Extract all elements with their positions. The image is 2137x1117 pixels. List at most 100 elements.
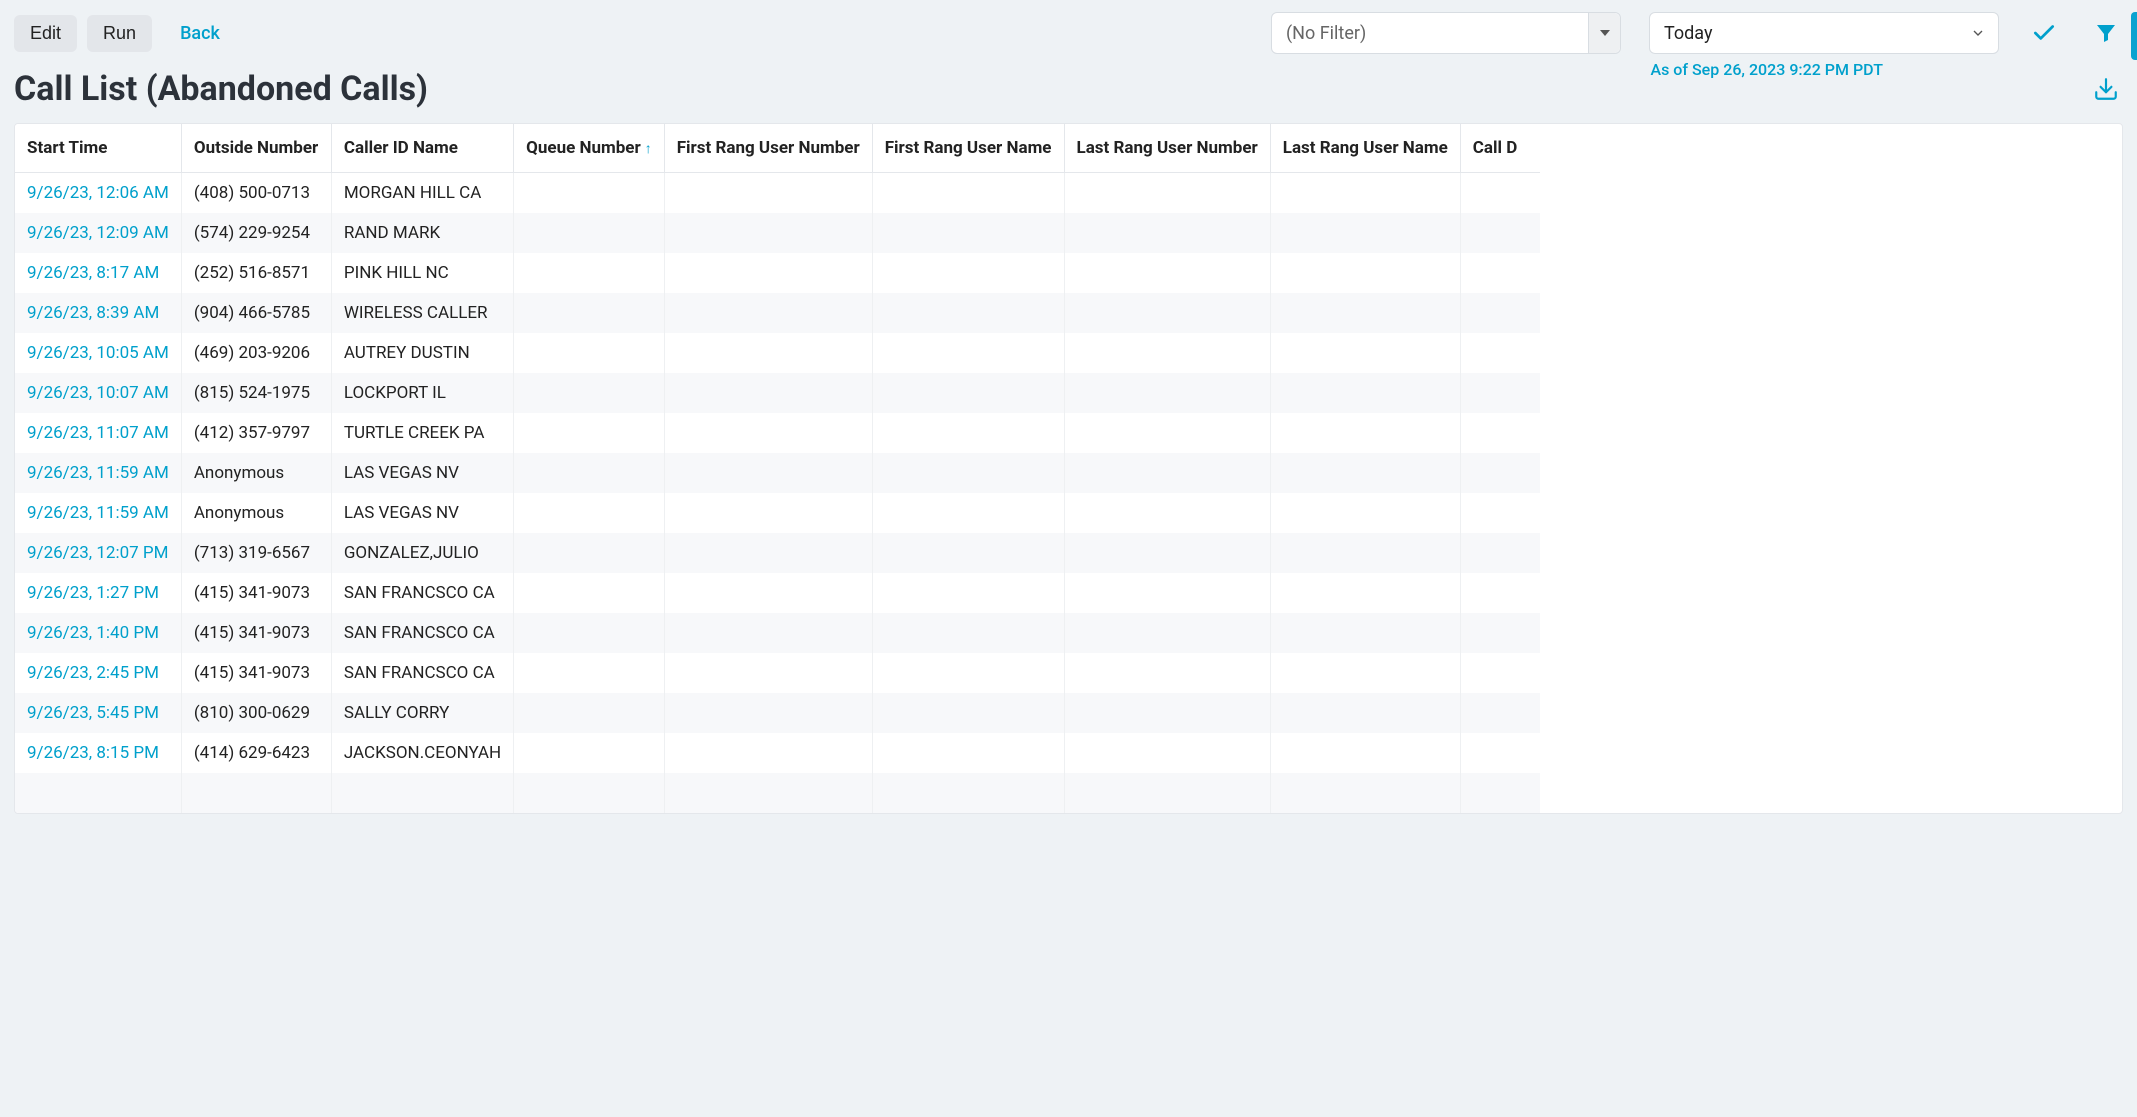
start-time-link[interactable]: 9/26/23, 11:59 AM: [27, 463, 169, 483]
run-button[interactable]: Run: [87, 15, 152, 52]
start-time-link[interactable]: 9/26/23, 12:09 AM: [27, 223, 169, 243]
column-header-label: Last Rang User Name: [1283, 138, 1448, 158]
cell-outside: (415) 341-9073: [181, 573, 331, 613]
cell-outside: (904) 466-5785: [181, 293, 331, 333]
cell-queue: [514, 373, 665, 413]
start-time-link[interactable]: 9/26/23, 11:59 AM: [27, 503, 169, 523]
chevron-down-icon: [1588, 13, 1620, 53]
start-time-link[interactable]: 9/26/23, 5:45 PM: [27, 703, 159, 723]
cell-lrna: [1270, 373, 1460, 413]
cell-lrun: [1064, 293, 1270, 333]
column-header-outside[interactable]: Outside Number: [181, 124, 331, 173]
start-time-link[interactable]: 9/26/23, 8:39 AM: [27, 303, 159, 323]
cell-dur: [1460, 693, 1540, 733]
cell-queue: [514, 253, 665, 293]
cell-lrun: [1064, 493, 1270, 533]
cell-cid: MORGAN HILL CA: [331, 173, 513, 214]
filter-select[interactable]: (No Filter): [1271, 12, 1621, 54]
start-time-link[interactable]: 9/26/23, 2:45 PM: [27, 663, 159, 683]
cell-frun: [664, 293, 872, 333]
cell-cid: SAN FRANCSCO CA: [331, 653, 513, 693]
apply-check-button[interactable]: [2027, 16, 2061, 50]
as-of-timestamp: As of Sep 26, 2023 9:22 PM PDT: [1650, 60, 1883, 79]
cell-frna: [872, 173, 1064, 214]
check-icon: [2031, 20, 2057, 46]
cell-start: 9/26/23, 8:39 AM: [15, 293, 181, 333]
call-list-table[interactable]: Start TimeOutside NumberCaller ID NameQu…: [14, 123, 2123, 814]
cell-lrna: [1270, 413, 1460, 453]
cell-frna: [872, 653, 1064, 693]
cell-queue: [514, 213, 665, 253]
cell-queue: [514, 293, 665, 333]
start-time-link[interactable]: 9/26/23, 11:07 AM: [27, 423, 169, 443]
download-button[interactable]: [2089, 72, 2123, 106]
column-header-cid[interactable]: Caller ID Name: [331, 124, 513, 173]
cell-lrna: [1270, 453, 1460, 493]
cell-lrun: [1064, 173, 1270, 214]
funnel-icon: [2094, 21, 2118, 45]
cell-start: 9/26/23, 8:17 AM: [15, 253, 181, 293]
date-range-select[interactable]: Today: [1649, 12, 1999, 54]
cell-cid: SALLY CORRY: [331, 693, 513, 733]
cell-queue: [514, 693, 665, 733]
cell-dur: [1460, 533, 1540, 573]
cell-outside: Anonymous: [181, 493, 331, 533]
cell-outside: Anonymous: [181, 453, 331, 493]
cell-lrna: [1270, 733, 1460, 773]
cell-lrna: [1270, 333, 1460, 373]
start-time-link[interactable]: 9/26/23, 8:17 AM: [27, 263, 159, 283]
cell-queue: [514, 533, 665, 573]
column-header-frun[interactable]: First Rang User Number: [664, 124, 872, 173]
column-header-label: First Rang User Name: [885, 138, 1052, 158]
start-time-link[interactable]: 9/26/23, 1:27 PM: [27, 583, 159, 603]
cell-cid: WIRELESS CALLER: [331, 293, 513, 333]
column-header-dur[interactable]: Call D: [1460, 124, 1540, 173]
start-time-link[interactable]: 9/26/23, 1:40 PM: [27, 623, 159, 643]
column-header-lrun[interactable]: Last Rang User Number: [1064, 124, 1270, 173]
cell-frna: [872, 293, 1064, 333]
cell-outside: (713) 319-6567: [181, 533, 331, 573]
cell-lrna: [1270, 573, 1460, 613]
cell-lrna: [1270, 533, 1460, 573]
start-time-link[interactable]: 9/26/23, 12:07 PM: [27, 543, 168, 563]
cell-frna: [872, 613, 1064, 653]
cell-frun: [664, 173, 872, 214]
column-header-queue[interactable]: Queue Number↑: [514, 124, 665, 173]
cell-lrun: [1064, 613, 1270, 653]
start-time-link[interactable]: 9/26/23, 12:06 AM: [27, 183, 169, 203]
cell-start: 9/26/23, 10:05 AM: [15, 333, 181, 373]
table-row: 9/26/23, 12:09 AM (574) 229-9254RAND MARK: [15, 213, 1540, 253]
cell-cid: RAND MARK: [331, 213, 513, 253]
cell-queue: [514, 173, 665, 214]
cell-dur: [1460, 613, 1540, 653]
column-header-lrna[interactable]: Last Rang User Name: [1270, 124, 1460, 173]
cell-lrna: [1270, 213, 1460, 253]
start-time-link[interactable]: 9/26/23, 10:07 AM: [27, 383, 169, 403]
edit-button[interactable]: Edit: [14, 15, 77, 52]
cell-start: 9/26/23, 1:40 PM: [15, 613, 181, 653]
cell-start: 9/26/23, 5:45 PM: [15, 693, 181, 733]
back-link[interactable]: Back: [180, 23, 220, 44]
right-panel-handle[interactable]: [2131, 12, 2137, 60]
chevron-down-icon: [1970, 25, 1986, 41]
table-row: 9/26/23, 12:06 AM(408) 500-0713MORGAN HI…: [15, 173, 1540, 214]
cell-cid: [331, 773, 513, 813]
column-header-label: Last Rang User Number: [1077, 138, 1258, 158]
cell-outside: (574) 229-9254: [181, 213, 331, 253]
cell-lrun: [1064, 733, 1270, 773]
start-time-link[interactable]: 9/26/23, 8:15 PM: [27, 743, 159, 763]
table-row: 9/26/23, 1:40 PM(415) 341-9073SAN FRANCS…: [15, 613, 1540, 653]
cell-lrun: [1064, 413, 1270, 453]
filter-button[interactable]: [2089, 16, 2123, 50]
cell-frun: [664, 533, 872, 573]
cell-frna: [872, 733, 1064, 773]
column-header-label: Call D: [1473, 138, 1518, 158]
table-row: [15, 773, 1540, 813]
cell-lrun: [1064, 773, 1270, 813]
cell-dur: [1460, 653, 1540, 693]
cell-cid: LAS VEGAS NV: [331, 453, 513, 493]
column-header-frna[interactable]: First Rang User Name: [872, 124, 1064, 173]
cell-lrna: [1270, 613, 1460, 653]
start-time-link[interactable]: 9/26/23, 10:05 AM: [27, 343, 169, 363]
column-header-start[interactable]: Start Time: [15, 124, 181, 173]
